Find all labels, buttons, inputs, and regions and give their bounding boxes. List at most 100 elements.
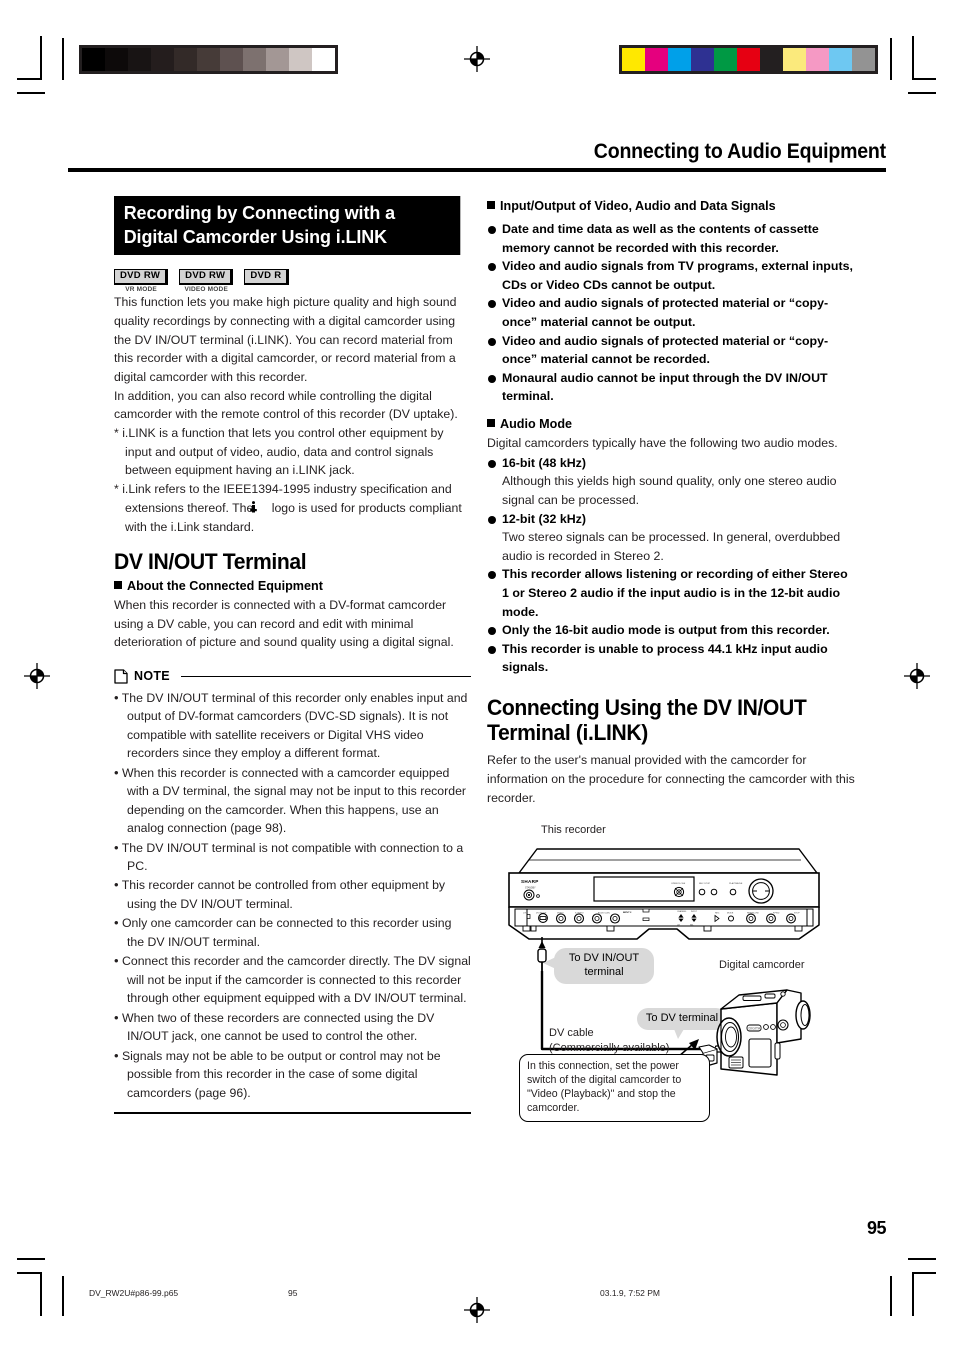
svg-text:CHANNEL: CHANNEL bbox=[677, 910, 687, 913]
note-item-text: The DV IN/OUT terminal of this recorder … bbox=[121, 690, 468, 761]
diagram-note-box: In this connection, set the power switch… bbox=[519, 1054, 710, 1123]
crop-mark-tl-h bbox=[17, 78, 41, 80]
document-page-icon bbox=[114, 669, 128, 684]
grayscale-swatch-5 bbox=[197, 48, 220, 71]
bullet-dot-icon: • bbox=[114, 953, 119, 969]
note-item: • Signals may not be able to be output o… bbox=[114, 1046, 471, 1102]
note-item-text: Connect this recorder and the camcorder … bbox=[121, 954, 471, 1006]
connecting-dv-body: Refer to the user's manual provided with… bbox=[487, 753, 855, 805]
note-item-text: Signals may not be able to be output or … bbox=[121, 1048, 441, 1100]
crop-mark-tr-v2 bbox=[912, 36, 914, 80]
note-item-text: Only one camcorder can be connected to t… bbox=[121, 916, 452, 949]
connecting-dv-heading: Connecting Using the DV IN/OUT Terminal … bbox=[487, 695, 807, 745]
grayscale-swatch-7 bbox=[243, 48, 266, 71]
crop-mark-tr-v bbox=[890, 38, 892, 80]
note-item: • This recorder cannot be controlled fro… bbox=[114, 875, 471, 913]
badge-sublabel: VR MODE bbox=[125, 286, 157, 294]
badge-dvd-rw-video: DVD RW VIDEO MODE bbox=[179, 265, 234, 294]
crop-mark-tr-h2 bbox=[908, 92, 936, 94]
audio-item-bold: 16-bit (48 kHz) bbox=[502, 455, 586, 470]
svg-text:SEL: SEL bbox=[690, 925, 694, 927]
callout-tail-dv-inout bbox=[543, 957, 556, 970]
page-title: Connecting to Audio Equipment bbox=[593, 140, 886, 163]
svg-text:PLAY/PAUSE: PLAY/PAUSE bbox=[729, 882, 743, 885]
crop-mark-tl-h2 bbox=[17, 92, 45, 94]
svg-text:REC STOP: REC STOP bbox=[699, 883, 711, 885]
crop-mark-bl-h2 bbox=[17, 1258, 45, 1260]
grayscale-swatch-2 bbox=[128, 48, 151, 71]
color-swatch-8 bbox=[806, 48, 829, 71]
io-heading-label: Input/Output of Video, Audio and Data Si… bbox=[500, 199, 776, 213]
color-swatch-10 bbox=[852, 48, 875, 71]
color-swatch-7 bbox=[783, 48, 806, 71]
grayscale-swatch-4 bbox=[174, 48, 197, 71]
badge-label: DVD RW bbox=[114, 269, 169, 286]
grayscale-swatch-10 bbox=[312, 48, 335, 71]
io-signals-list: Date and time data as well as the conten… bbox=[487, 220, 855, 406]
dv-terminal-heading: DV IN/OUT Terminal bbox=[114, 549, 307, 575]
svg-text:OPEN/CLOSE: OPEN/CLOSE bbox=[671, 883, 686, 885]
right-column: Input/Output of Video, Audio and Data Si… bbox=[487, 196, 855, 1123]
square-bullet-icon bbox=[114, 580, 122, 589]
about-connected-equipment-heading: About the Connected Equipment bbox=[114, 578, 471, 595]
disc-type-badges: DVD RW VR MODE DVD RW VIDEO MODE DVD R bbox=[114, 265, 471, 293]
connection-diagram: This recorder Digital camcorder SHARP ST… bbox=[487, 821, 855, 1123]
audio-item-normal: Although this yields high sound quality,… bbox=[502, 474, 837, 507]
callout-tail-dv-terminal bbox=[672, 1024, 687, 1040]
svg-text:MODE: MODE bbox=[727, 913, 734, 915]
left-column: Recording by Connecting with a Digital C… bbox=[114, 196, 471, 1115]
registration-target-left bbox=[24, 663, 50, 689]
page-number: 95 bbox=[866, 1218, 887, 1238]
color-calibration-bar bbox=[619, 45, 878, 74]
note-list: • The DV IN/OUT terminal of this recorde… bbox=[114, 688, 471, 1102]
grayscale-swatch-3 bbox=[151, 48, 174, 71]
grayscale-swatch-6 bbox=[220, 48, 243, 71]
io-list-item: Monaural audio cannot be input through t… bbox=[487, 369, 855, 406]
audio-item-bold: This recorder allows listening or record… bbox=[502, 567, 848, 619]
audio-list-item: 16-bit (48 kHz) Although this yields high… bbox=[487, 454, 855, 510]
bullet-dot-icon: • bbox=[114, 689, 119, 705]
svg-text:STANDBY: STANDBY bbox=[525, 887, 536, 890]
note-item: • When this recorder is connected with a… bbox=[114, 763, 471, 838]
audio-list-item: Only the 16-bit audio mode is output fro… bbox=[487, 621, 855, 640]
audio-item-bold: This recorder is unable to process 44.1 … bbox=[502, 641, 828, 675]
color-swatch-0 bbox=[622, 48, 645, 71]
page-header: Connecting to Audio Equipment bbox=[68, 140, 886, 173]
audio-list-item: This recorder is unable to process 44.1 … bbox=[487, 640, 855, 677]
audio-mode-list: 16-bit (48 kHz) Although this yields high… bbox=[487, 454, 855, 677]
footnote-list: * i.LINK is a function that lets you con… bbox=[114, 424, 471, 536]
ilink-logo-icon bbox=[249, 500, 269, 514]
io-list-item: Video and audio signals of protected mat… bbox=[487, 294, 855, 331]
note-bottom-rule bbox=[114, 1112, 471, 1115]
note-item: • When two of these recorders are connec… bbox=[114, 1008, 471, 1046]
badge-label: DVD RW bbox=[179, 269, 234, 286]
grayscale-swatch-0 bbox=[82, 48, 105, 71]
crop-mark-tl-v bbox=[40, 36, 42, 80]
audio-item-bold: Only the 16-bit audio mode is output fro… bbox=[502, 623, 830, 638]
footer-timestamp: 03.1.9, 7:52 PM bbox=[600, 1288, 661, 1298]
square-bullet-icon bbox=[487, 419, 495, 428]
audio-list-item: This recorder allows listening or record… bbox=[487, 565, 855, 621]
badge-sublabel: VIDEO MODE bbox=[184, 286, 228, 294]
diagram-label-this-recorder: This recorder bbox=[541, 824, 606, 837]
audio-mode-intro: Digital camcorders typically have the fo… bbox=[487, 436, 838, 451]
crop-mark-bl-h bbox=[17, 1272, 41, 1274]
audio-heading-label: Audio Mode bbox=[500, 417, 573, 432]
svg-text:REC: REC bbox=[715, 913, 720, 915]
note-item-text: The DV IN/OUT terminal is not compatible… bbox=[121, 840, 464, 874]
intro-paragraph-2: In addition, you can also record while c… bbox=[114, 388, 458, 422]
audio-list-item: 12-bit (32 kHz) Two stereo signals can be… bbox=[487, 510, 855, 566]
bullet-dot-icon: • bbox=[114, 1009, 119, 1025]
square-bullet-icon bbox=[487, 201, 495, 209]
crop-mark-tl-v2 bbox=[62, 38, 64, 80]
footnote-item-1: * i.LINK is a function that lets you con… bbox=[114, 426, 444, 478]
svg-text:DIGITAL: DIGITAL bbox=[749, 1027, 763, 1031]
crop-mark-tr-h bbox=[912, 78, 936, 80]
bullet-dot-icon: • bbox=[114, 877, 119, 893]
note-label: NOTE bbox=[134, 669, 170, 684]
note-rule bbox=[180, 675, 471, 678]
io-list-item: Video and audio signals of protected mat… bbox=[487, 332, 855, 369]
header-rule bbox=[68, 168, 886, 173]
bullet-dot-icon: • bbox=[114, 915, 119, 931]
print-footer: DV_RW2U#p86-99.p65 95 03.1.9, 7:52 PM bbox=[0, 1288, 954, 1318]
